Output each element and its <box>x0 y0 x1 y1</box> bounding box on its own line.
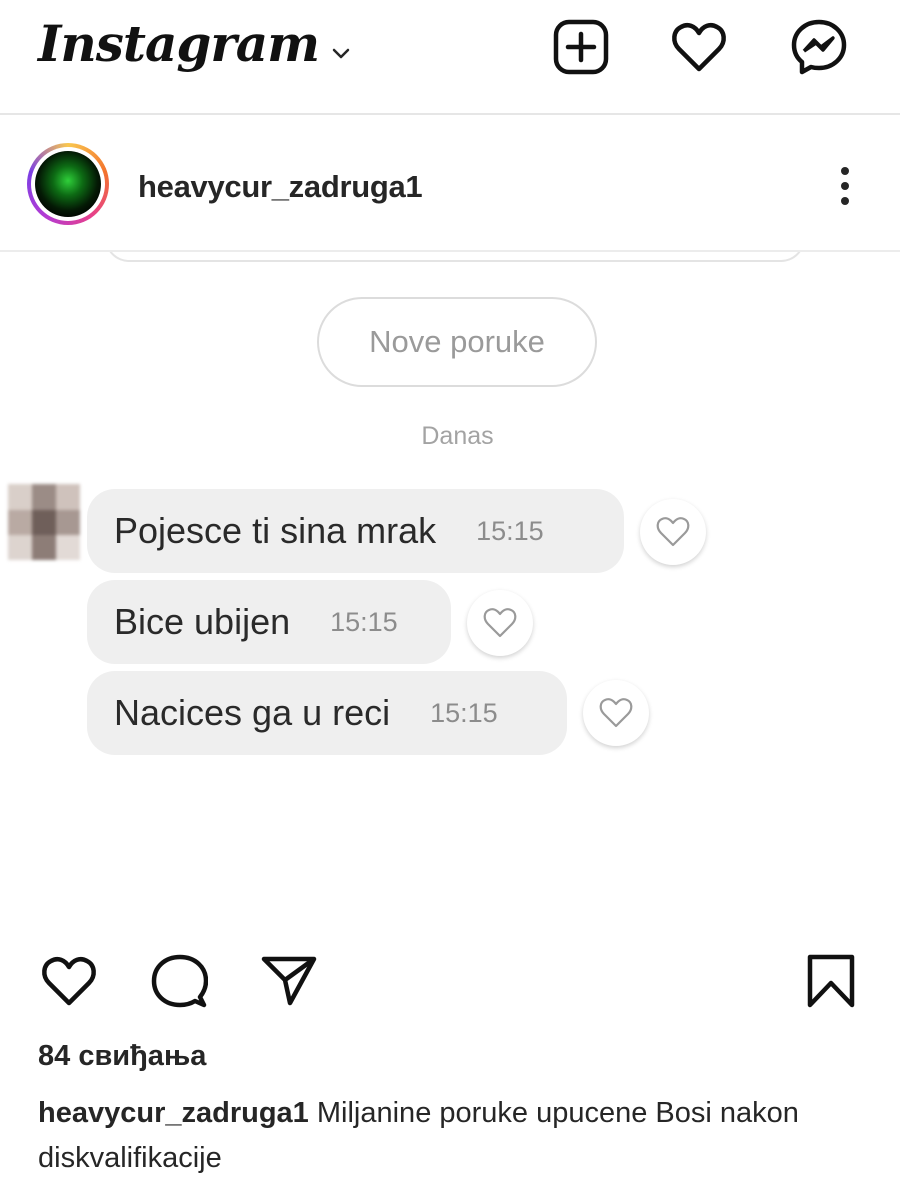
sender-avatar-blurred <box>8 484 80 560</box>
message-time: 15:15 <box>430 697 498 728</box>
chevron-down-icon[interactable] <box>330 42 352 64</box>
post-caption: heavycur_zadruga1 Miljanine poruke upuce… <box>38 1091 868 1181</box>
message-text: Nacices ga u reci <box>114 692 391 733</box>
new-post-icon[interactable] <box>552 18 610 76</box>
like-heart-icon[interactable] <box>40 953 98 1009</box>
react-heart-button[interactable] <box>583 680 649 746</box>
comment-icon[interactable] <box>150 953 208 1009</box>
react-heart-button[interactable] <box>640 499 706 565</box>
message-time: 15:15 <box>476 515 544 546</box>
new-messages-pill: Nove poruke <box>317 297 597 387</box>
message-bubble[interactable]: Bice ubijen 15:15 <box>87 580 451 664</box>
activity-heart-icon[interactable] <box>670 18 728 76</box>
avatar[interactable] <box>35 151 101 217</box>
story-ring[interactable] <box>27 143 109 225</box>
likes-count[interactable]: 84 свиђања <box>38 1040 206 1073</box>
share-icon[interactable] <box>260 953 318 1009</box>
react-heart-button[interactable] <box>467 590 533 656</box>
post-header: heavycur_zadruga1 <box>0 117 900 252</box>
message-text: Pojesce ti sina mrak <box>114 510 437 551</box>
message-bubble[interactable]: Nacices ga u reci 15:15 <box>87 671 567 755</box>
save-bookmark-icon[interactable] <box>802 953 860 1009</box>
date-separator: Danas <box>421 422 494 450</box>
message-text: Bice ubijen <box>114 601 291 642</box>
caption-username[interactable]: heavycur_zadruga1 <box>38 1097 309 1129</box>
instagram-logo[interactable]: Instagram <box>38 14 320 73</box>
post-username[interactable]: heavycur_zadruga1 <box>138 169 423 205</box>
message-time: 15:15 <box>330 606 398 637</box>
more-options-icon[interactable] <box>832 163 858 209</box>
heart-outline-icon <box>483 608 517 638</box>
heart-outline-icon <box>599 698 633 728</box>
messenger-icon[interactable] <box>790 18 848 76</box>
message-bubble[interactable]: Pojesce ti sina mrak 15:15 <box>87 489 624 573</box>
post-image[interactable]: Nove poruke Danas Pojesce ti sina mrak 1… <box>0 252 900 942</box>
previous-message-edge <box>105 252 805 262</box>
top-app-bar: Instagram <box>0 0 900 115</box>
heart-outline-icon <box>656 517 690 547</box>
